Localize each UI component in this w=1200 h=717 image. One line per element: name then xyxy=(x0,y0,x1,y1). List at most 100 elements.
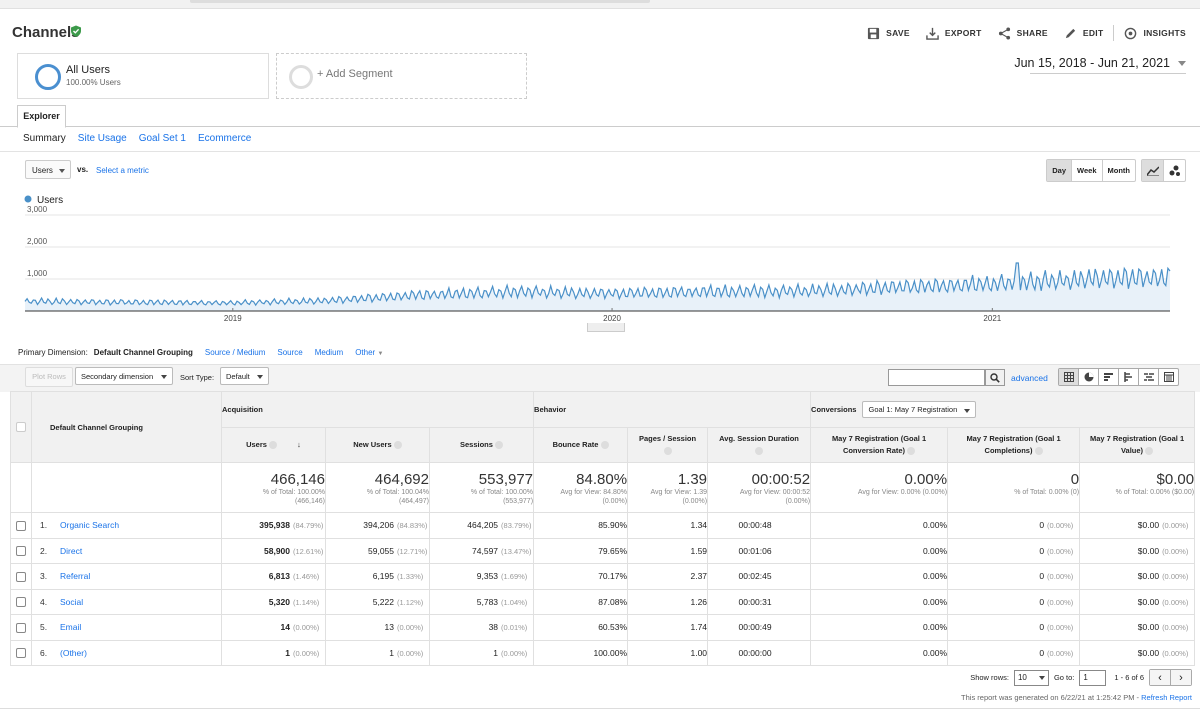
dimension-medium[interactable]: Medium xyxy=(315,348,343,357)
subtab-goal-set-1[interactable]: Goal Set 1 xyxy=(139,133,186,144)
dimension-source-medium[interactable]: Source / Medium xyxy=(205,348,265,357)
channel-cell: 2. Direct xyxy=(31,537,222,564)
comparison-icon xyxy=(1123,372,1132,382)
select-metric-link[interactable]: Select a metric xyxy=(96,166,149,175)
export-button[interactable]: EXPORT xyxy=(926,25,982,41)
performance-view-button[interactable] xyxy=(1098,369,1118,385)
page-range: 1 - 6 of 6 xyxy=(1114,673,1144,682)
save-button[interactable]: SAVE xyxy=(867,25,910,41)
dimension-header[interactable]: Default Channel Grouping xyxy=(31,391,222,463)
cell-new-users: 5,222 (1.12%) xyxy=(325,588,430,615)
cell-value-percent: (0.00%) xyxy=(1162,597,1189,607)
table-row: 1. Organic Search 395,938 (84.79%) 394,206 (8… xyxy=(10,512,1196,539)
tab-explorer[interactable]: Explorer xyxy=(17,105,66,128)
chart-resize-handle[interactable] xyxy=(587,323,625,332)
period-day-button[interactable]: Day xyxy=(1047,160,1073,181)
line-chart-button[interactable] xyxy=(1142,160,1163,181)
help-icon[interactable] xyxy=(755,447,764,456)
help-icon[interactable] xyxy=(663,447,672,456)
total-sub: % of Total: 0.00% ($0.00) xyxy=(1115,489,1195,496)
row-checkbox[interactable] xyxy=(16,648,26,659)
add-segment-button[interactable]: + Add Segment xyxy=(276,53,527,99)
insights-button[interactable]: INSIGHTS xyxy=(1124,25,1186,41)
dimension-source[interactable]: Source xyxy=(277,348,302,357)
col-header-completions[interactable]: May 7 Registration (Goal 1 Completions) xyxy=(947,427,1081,463)
cell-sessions: 74,597 (13.47%) xyxy=(428,537,535,564)
row-checkbox[interactable] xyxy=(16,520,26,531)
next-page-button[interactable]: › xyxy=(1170,670,1191,685)
segment-all-users[interactable]: All Users 100.00% Users xyxy=(17,53,269,99)
show-rows-select[interactable]: 10 xyxy=(1013,669,1049,686)
channel-link[interactable]: Organic Search xyxy=(60,520,119,530)
cell-pages-session: 2.37 xyxy=(627,563,709,590)
dimension-other-dropdown[interactable]: Other ▼ xyxy=(355,348,383,357)
subtab-ecommerce[interactable]: Ecommerce xyxy=(198,133,251,144)
col-header-bounce-rate[interactable]: Bounce Rate xyxy=(533,427,629,463)
cell-bounce-rate: 87.08% xyxy=(533,588,629,615)
help-icon[interactable] xyxy=(600,441,609,450)
sort-type-dropdown[interactable]: Default xyxy=(220,367,269,385)
edit-button[interactable]: EDIT xyxy=(1064,25,1104,41)
subtab-summary[interactable]: Summary xyxy=(23,133,66,144)
totals-blank xyxy=(31,462,222,513)
help-icon[interactable] xyxy=(1034,447,1043,456)
prev-page-button[interactable]: ‹ xyxy=(1150,670,1170,685)
table-search-input[interactable] xyxy=(888,369,985,386)
metric-dropdown[interactable]: Users xyxy=(25,160,71,179)
row-index: 4. xyxy=(40,596,48,607)
col-header-sessions[interactable]: Sessions xyxy=(428,427,535,463)
goal-select-dropdown[interactable]: Goal 1: May 7 Registration xyxy=(862,401,977,418)
date-range-underline xyxy=(1030,73,1186,74)
period-month-button[interactable]: Month xyxy=(1103,160,1136,181)
goto-input[interactable]: 1 xyxy=(1079,669,1107,686)
help-icon[interactable] xyxy=(393,441,402,450)
data-view-button[interactable] xyxy=(1059,369,1078,385)
channel-link[interactable]: Email xyxy=(60,622,81,632)
col-new-users-label: New Users xyxy=(353,440,392,449)
channel-link[interactable]: Social xyxy=(60,597,83,607)
date-range-picker[interactable]: Jun 15, 2018 - Jun 21, 2021 xyxy=(1014,56,1186,70)
col-header-conv-rate[interactable]: May 7 Registration (Goal 1 Conversion Ra… xyxy=(810,427,949,463)
save-icon xyxy=(868,27,880,39)
secondary-dimension-dropdown[interactable]: Secondary dimension xyxy=(75,367,173,385)
behavior-group-header: Behavior xyxy=(533,391,812,428)
cell-new-users-percent: (0.00%) xyxy=(397,623,424,633)
users-line-chart[interactable]: Users3,0002,0001,0002019 2020 2021 xyxy=(0,190,1200,325)
refresh-report-link[interactable]: Refresh Report xyxy=(1141,693,1192,702)
share-button[interactable]: SHARE xyxy=(998,25,1048,41)
col-header-users[interactable]: Users ↓ xyxy=(221,427,326,463)
col-header-avg-duration[interactable]: Avg. Session Duration xyxy=(707,427,812,463)
percentage-view-button[interactable] xyxy=(1078,369,1098,385)
total-value: 0.00% xyxy=(904,471,948,488)
col-header-value[interactable]: May 7 Registration (Goal 1 Value) xyxy=(1079,427,1196,463)
help-icon[interactable] xyxy=(495,441,504,450)
table-search-button[interactable] xyxy=(985,369,1005,386)
col-header-pages-session[interactable]: Pages / Session xyxy=(627,427,709,463)
channel-link[interactable]: (Other) xyxy=(60,648,87,658)
plot-rows-button[interactable]: Plot Rows xyxy=(25,367,73,387)
term-cloud-view-button[interactable] xyxy=(1138,369,1158,385)
row-checkbox-cell xyxy=(10,563,32,590)
pagination: Show rows: 10 Go to: 1 1 - 6 of 6 ‹ › xyxy=(970,669,1192,686)
cell-users: 395,938 (84.79%) xyxy=(221,512,326,539)
pivot-view-button[interactable] xyxy=(1158,369,1178,385)
motion-chart-button[interactable] xyxy=(1163,160,1185,181)
row-checkbox[interactable] xyxy=(16,571,26,582)
row-checkbox[interactable] xyxy=(16,546,26,557)
period-week-button[interactable]: Week xyxy=(1072,160,1103,181)
cell-users-value: 5,320 xyxy=(268,596,290,607)
select-all-checkbox[interactable] xyxy=(16,422,26,432)
channel-link[interactable]: Referral xyxy=(60,571,90,581)
chevron-down-icon: ▼ xyxy=(377,351,384,357)
subtab-site-usage[interactable]: Site Usage xyxy=(78,133,127,144)
help-icon[interactable] xyxy=(1145,447,1154,456)
comparison-view-button[interactable] xyxy=(1118,369,1138,385)
help-icon[interactable] xyxy=(907,447,916,456)
cell-users-percent: (1.14%) xyxy=(293,597,320,607)
channel-link[interactable]: Direct xyxy=(60,546,82,556)
col-header-new-users[interactable]: New Users xyxy=(325,427,430,463)
help-icon[interactable] xyxy=(269,441,278,450)
row-checkbox[interactable] xyxy=(16,622,26,633)
advanced-filter-link[interactable]: advanced xyxy=(1011,373,1048,383)
row-checkbox[interactable] xyxy=(16,597,26,608)
